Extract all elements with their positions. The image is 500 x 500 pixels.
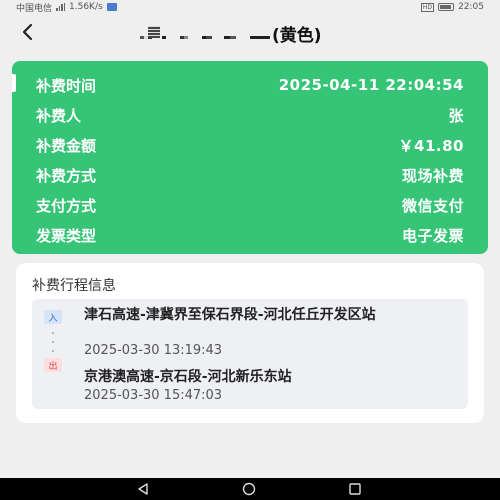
nfc-icon [106,3,117,11]
system-nav-bar [0,478,500,500]
exit-time: 2025-03-30 15:47:03 [84,388,223,403]
back-button[interactable] [14,18,42,46]
home-circle-icon[interactable] [242,482,256,496]
payment-row-method: 补费方式 现场补费 [36,160,464,190]
entry-badge: 入 [44,310,62,324]
payment-value: 现场补费 [401,166,464,185]
payment-row-amount: 补费金额 ￥41.80 [36,130,464,160]
route-dots [51,328,55,356]
plate-number-redacted [140,26,270,40]
page-header: (黄色) [0,16,500,48]
status-left: 中国电信 1.56K/s [16,1,117,14]
payment-value: ￥41.80 [398,136,464,155]
payment-value: 张 [448,106,464,125]
recent-square-icon[interactable] [348,482,362,496]
exit-station-name: 京港澳高速-京石段-河北新乐东站 [84,369,292,385]
back-triangle-icon[interactable] [136,482,150,496]
payment-value: 电子发票 [401,226,464,245]
payment-value: 微信支付 [401,196,464,215]
payment-label: 补费金额 [36,136,97,155]
trip-title: 补费行程信息 [32,278,116,294]
payment-row-payer: 补费人 张 [36,100,464,130]
exit-badge: 出 [44,358,62,372]
payment-label: 支付方式 [36,196,97,215]
hd-icon: HD [420,2,435,12]
payment-label: 发票类型 [36,226,97,245]
status-bar: 中国电信 1.56K/s HD 22:05 [0,0,500,14]
trip-info-card: 补费行程信息 入 出 津石高速-津冀界至保石界段-河北任丘开发区站 2025-0… [16,263,484,423]
payment-info-card: 补费时间 2025-04-11 22:04:54 补费人 张 补费金额 ￥41.… [12,61,488,254]
payment-value: 2025-04-11 22:04:54 [278,76,464,94]
chevron-left-icon [22,23,33,41]
trip-route-box: 入 出 津石高速-津冀界至保石界段-河北任丘开发区站 2025-03-30 13… [32,299,468,409]
plate-color-label: (黄色) [272,25,322,46]
entry-time: 2025-03-30 13:19:43 [84,343,223,358]
page-title: (黄色) [140,22,322,46]
payment-row-invoice: 发票类型 电子发票 [36,220,464,250]
status-right: HD 22:05 [420,2,484,12]
battery-icon [438,3,455,11]
payment-label: 补费人 [36,106,82,125]
carrier-label: 中国电信 [16,3,53,14]
payment-row-time: 补费时间 2025-04-11 22:04:54 [36,70,464,100]
payment-label: 补费方式 [36,166,97,185]
entry-station-name: 津石高速-津冀界至保石界段-河北任丘开发区站 [84,307,376,323]
status-time: 22:05 [458,2,484,12]
payment-label: 补费时间 [36,76,97,95]
network-speed: 1.56K/s [69,2,103,12]
signal-icon [56,3,66,11]
payment-row-pay-type: 支付方式 微信支付 [36,190,464,220]
